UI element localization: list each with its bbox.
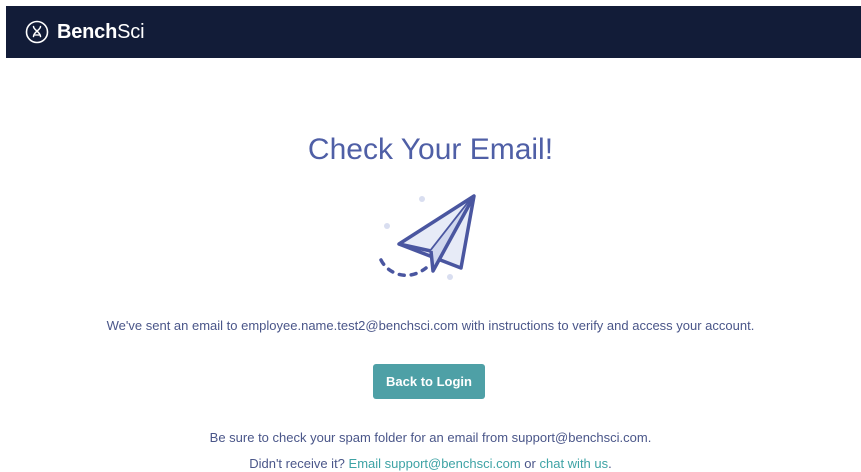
chat-with-us-link[interactable]: chat with us [539, 456, 608, 471]
help-suffix: . [608, 456, 612, 471]
spam-folder-note: Be sure to check your spam folder for an… [209, 430, 652, 445]
help-middle: or [520, 456, 540, 471]
logo-text-light: Sci [117, 21, 145, 43]
top-navbar: BenchSci [6, 6, 861, 58]
confirmation-message: We've sent an email to employee.name.tes… [106, 318, 755, 333]
paper-plane-icon [379, 194, 476, 280]
logo-text-bold: Bench [57, 21, 118, 43]
email-support-link[interactable]: Email support@benchsci.com [349, 456, 521, 471]
page-title: Check Your Email! [307, 133, 554, 166]
back-to-login-button[interactable]: Back to Login [373, 364, 485, 399]
logo-text: BenchSci [57, 21, 145, 43]
benchsci-logo[interactable]: BenchSci [25, 20, 145, 44]
help-line: Didn't receive it? Email support@benchsc… [0, 456, 861, 471]
benchsci-logo-icon [25, 20, 49, 44]
help-prefix: Didn't receive it? [249, 456, 349, 471]
page: BenchSci Check Your Email! We've sent an… [0, 0, 861, 472]
